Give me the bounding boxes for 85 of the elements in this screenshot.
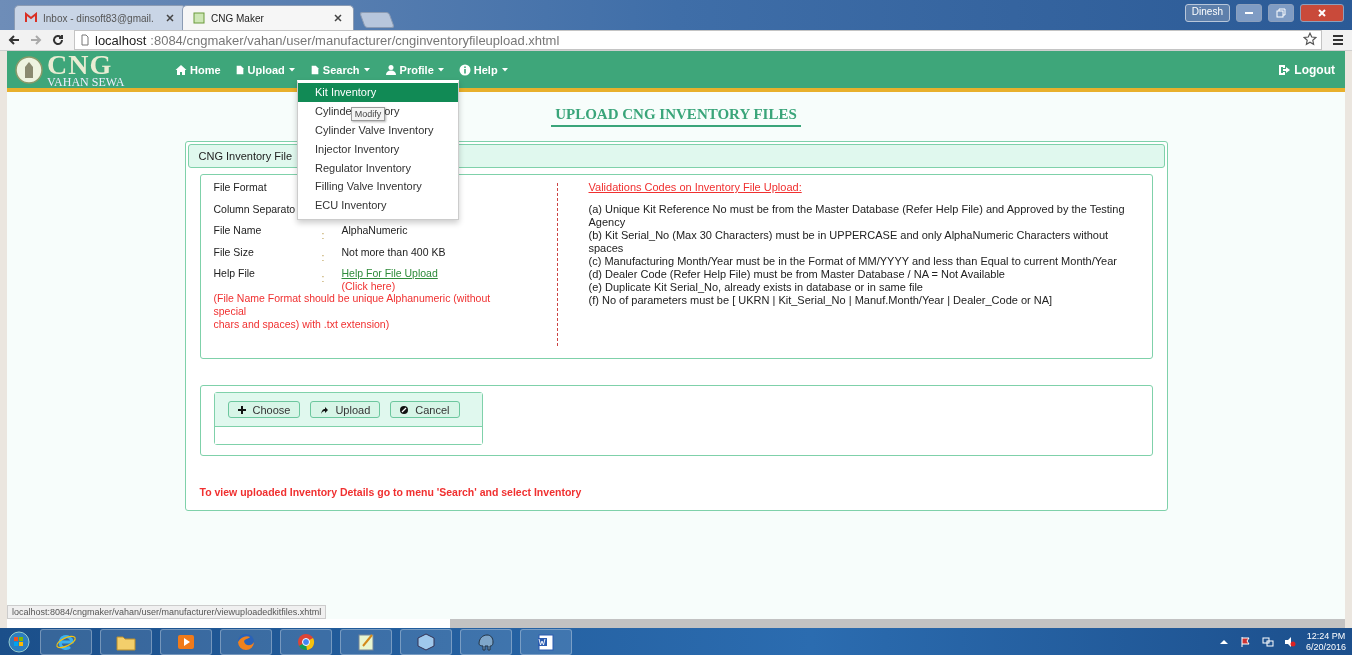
upload-arrow-icon	[319, 404, 330, 415]
validation-rule: (d) Dealer Code (Refer Help File) must be from Master Database / NA = Not Available	[588, 268, 1006, 281]
minimize-icon	[1245, 12, 1253, 14]
site-favicon-icon	[193, 12, 205, 24]
rule-label: File Name	[213, 224, 263, 238]
forward-icon	[30, 34, 42, 46]
validations-title: Validations Codes on Inventory File Upload:	[588, 181, 803, 194]
menu-item[interactable]: ECU Inventory	[298, 195, 458, 215]
minimize-button[interactable]	[1236, 4, 1262, 22]
document-icon	[234, 63, 245, 76]
validation-rule: (e) Duplicate Kit Serial_No, already exists in database or in same file	[588, 281, 924, 294]
colon: :	[321, 249, 326, 265]
home-icon	[175, 63, 187, 76]
rule-value: AlphaNumeric	[341, 224, 408, 238]
taskbar-app[interactable]	[220, 628, 272, 655]
taskbar-app[interactable]	[400, 628, 452, 655]
taskbar-app[interactable]	[40, 628, 92, 655]
taskbar-app[interactable]	[160, 628, 212, 655]
taskbar-app[interactable]	[520, 628, 572, 655]
menu-item[interactable]: Cylinde Modify ory	[298, 101, 458, 121]
document-w-icon	[535, 631, 557, 652]
page-icon	[79, 34, 91, 46]
cancel-icon	[399, 404, 410, 415]
taskbar-app[interactable]	[280, 628, 332, 655]
validation-rule: (b) Kit Serial_No (Max 30 Characters) must be in UPPERCASE and only AlphaNumeric Characters without spaces	[588, 229, 1110, 255]
mail-m-icon	[25, 12, 37, 24]
page-title: UPLOAD CNG INVENTORY FILES	[551, 106, 801, 127]
flag-icon	[1239, 635, 1252, 648]
taskbar-app[interactable]	[460, 628, 512, 655]
document-icon	[309, 63, 320, 76]
emblem-icon	[15, 55, 43, 84]
speaker-icon	[1283, 635, 1296, 648]
menu-item[interactable]: Cylinder Valve Inventory	[298, 120, 458, 140]
validation-rule: (f) No of parameters must be [ UKRN | Kit_Serial_No | Manuf.Month/Year | Dealer_Code or NA]	[588, 294, 1054, 307]
rule-label: File Size	[213, 245, 255, 260]
scrollbar-thumb[interactable]	[450, 619, 1345, 628]
close-icon	[333, 13, 343, 23]
menu-item[interactable]: Kit Inventory	[298, 83, 458, 102]
circle-logo-icon	[295, 631, 317, 652]
star-icon	[1303, 31, 1317, 46]
menu-item[interactable]: Filling Valve Inventory	[298, 177, 458, 196]
url-host: localhost	[95, 32, 147, 48]
close-button[interactable]	[1300, 4, 1344, 22]
address-field[interactable]: localhost :8084/cngmaker/vahan/user/manufacturer/cnginventoryfileupload.xhtml	[74, 30, 1322, 50]
validation-rule: (a) Unique Kit Reference No must be from the Master Database (Refer Help File) and Approved by the Testing Agency	[588, 203, 1126, 229]
upload-control-button[interactable]: Choose	[227, 401, 301, 418]
elephant-icon	[475, 631, 497, 652]
colon: :	[321, 228, 326, 243]
rule-value: Not more than 400 KB	[341, 245, 446, 260]
profile-button[interactable]: Dinesh	[1184, 4, 1230, 22]
click-hint: (Click here)	[340, 279, 397, 292]
taskbar-app[interactable]	[340, 628, 392, 655]
user-icon	[384, 63, 397, 76]
colon: :	[321, 271, 326, 286]
info-icon	[458, 63, 471, 76]
maximize-button[interactable]	[1268, 4, 1294, 22]
notepad-icon	[355, 631, 377, 652]
logo-subtitle: VAHAN SEWA	[47, 76, 125, 88]
footer-note: To view uploaded Inventory Details go to menu 'Search' and select Inventory	[199, 486, 583, 498]
help-link[interactable]: Help For File Upload	[341, 267, 438, 280]
plus-icon	[236, 404, 247, 415]
upload-control-button[interactable]: Upload	[310, 401, 381, 418]
file-name-note: (File Name Format should be unique Alphanumeric (without special chars and spaces) with .txt extension)	[213, 291, 492, 331]
validation-rule: (c) Manufacturing Month/Year must be in the Format of MM/YYYY and less than Equal to current Month/Year	[588, 255, 1118, 268]
logo-title: CNG	[47, 51, 113, 79]
rule-label: Help File	[213, 267, 256, 281]
close-icon	[165, 13, 175, 23]
start-orb-icon	[6, 630, 32, 653]
network-icon	[1261, 635, 1274, 648]
clock[interactable]: 12:24 PM 6/20/2016	[1305, 630, 1346, 653]
back-icon	[8, 34, 20, 46]
logout-icon	[1278, 63, 1291, 76]
taskbar-app[interactable]	[100, 628, 152, 655]
new-tab-button[interactable]	[359, 12, 395, 28]
upload-control-button[interactable]: Cancel	[390, 401, 460, 418]
tooltip: Modify	[350, 107, 386, 122]
browser-tab[interactable]: CNG Maker	[182, 5, 354, 30]
cube-icon	[415, 631, 437, 652]
url-path: :8084/cngmaker/vahan/user/manufacturer/cnginventoryfileupload.xhtml	[150, 32, 560, 48]
reload-icon	[52, 34, 64, 46]
fox-globe-icon	[235, 631, 257, 652]
restore-icon	[1275, 7, 1287, 19]
menu-icon	[1332, 34, 1344, 46]
close-icon	[1316, 7, 1328, 19]
status-url: localhost:8084/cngmaker/vahan/user/manufacturer/viewuploadedkitfiles.xhtml	[7, 605, 327, 619]
